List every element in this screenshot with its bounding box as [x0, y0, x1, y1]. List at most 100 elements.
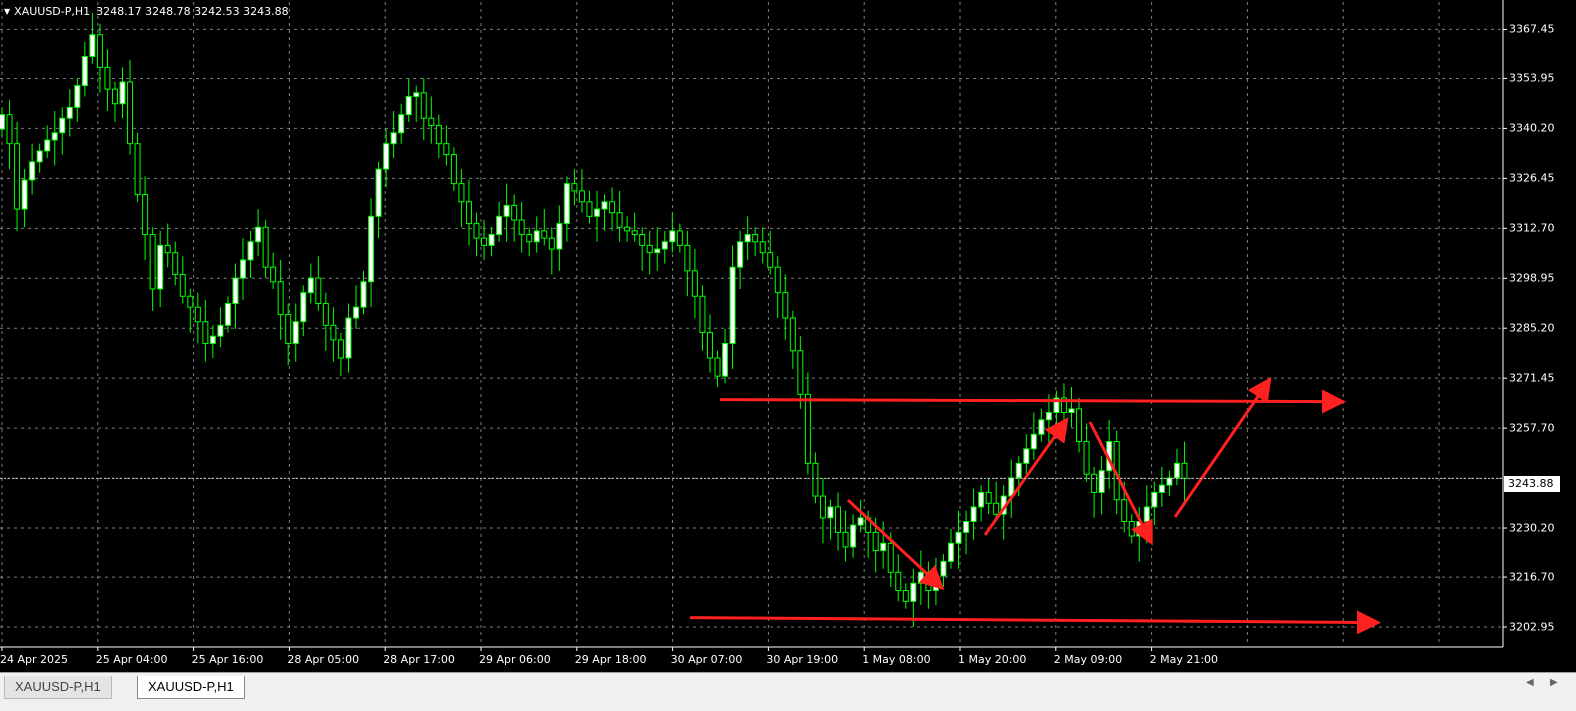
candle — [164, 223, 171, 268]
candle — [947, 528, 954, 569]
candle-body-bull — [744, 233, 751, 243]
candle-body-bear — [127, 81, 134, 145]
candle-body-bear — [804, 393, 811, 464]
candle-body-bull — [240, 259, 247, 279]
candle-body-bear — [142, 194, 149, 235]
time-tick-label: 28 Apr 05:00 — [287, 653, 360, 666]
dropdown-triangle-icon[interactable]: ▼ — [4, 7, 10, 16]
candle-body-bear — [789, 317, 796, 352]
candle — [96, 23, 103, 93]
candle-body-bear — [616, 212, 623, 228]
candle — [842, 510, 849, 562]
candle — [511, 194, 518, 242]
candle — [104, 49, 111, 111]
candle — [375, 161, 382, 239]
tab-xauusd-h1-active[interactable]: XAUUSD-P,H1 — [137, 676, 245, 699]
candle — [187, 288, 194, 333]
scroll-left-icon[interactable]: ◀ — [1526, 677, 1534, 688]
candle — [458, 169, 465, 228]
candle-body-bull — [978, 491, 985, 508]
candle — [1128, 514, 1135, 544]
candle — [616, 190, 623, 242]
candle-body-bear — [752, 233, 759, 243]
candle — [955, 510, 962, 569]
candle-body-bear — [202, 321, 209, 344]
ohlc-values: 3248.17 3248.78 3242.53 3243.88 — [96, 5, 289, 18]
candle — [157, 230, 164, 308]
candle — [450, 147, 457, 191]
candle-body-bear — [465, 201, 472, 225]
candle — [533, 216, 540, 253]
time-tick-label: 30 Apr 19:00 — [766, 653, 839, 666]
time-tick-label: 2 May 09:00 — [1053, 653, 1123, 666]
price-tick-label: 3230.20 — [1509, 521, 1555, 535]
candle-body-bear — [774, 266, 781, 294]
candle-body-bear — [179, 273, 186, 297]
candle-body-bull — [232, 277, 239, 305]
candle-body-bull — [729, 266, 736, 344]
candle — [81, 41, 88, 97]
candle-body-bull — [857, 517, 864, 526]
candle — [345, 303, 352, 373]
candle-body-bull — [74, 85, 81, 108]
candle — [217, 307, 224, 348]
candle-body-bear — [1083, 441, 1090, 475]
candle-body-bull — [247, 241, 254, 261]
candle-body-bear — [1091, 473, 1098, 493]
candle-body-bull — [224, 303, 231, 326]
candle-body-bull — [722, 342, 729, 377]
candle-body-bull — [917, 571, 924, 584]
candle — [127, 60, 134, 155]
candle — [654, 227, 661, 271]
time-tick-label: 29 Apr 06:00 — [479, 653, 551, 666]
candle — [714, 350, 721, 388]
candle — [360, 270, 367, 315]
candle-body-bear — [322, 303, 329, 326]
candle — [925, 561, 932, 609]
candle-body-bull — [850, 524, 857, 548]
candle — [541, 209, 548, 246]
candle-body-bear — [895, 571, 902, 592]
scroll-right-icon[interactable]: ▶ — [1550, 677, 1558, 688]
candle-body-bear — [194, 306, 201, 323]
candle-body-bear — [337, 339, 344, 359]
price-tick-label: 3367.45 — [1509, 22, 1555, 36]
candle-body-bear — [330, 324, 337, 341]
candle — [172, 241, 179, 286]
candle — [827, 499, 834, 540]
candle — [752, 227, 759, 257]
trend-annotations — [689, 377, 1381, 635]
candle — [307, 263, 314, 304]
candle — [435, 114, 442, 159]
candle — [895, 554, 902, 602]
candle-body-bull — [81, 55, 88, 87]
candle — [684, 230, 691, 297]
candle-body-bear — [985, 491, 992, 504]
candle — [134, 132, 141, 202]
chart-area[interactable]: ▼ XAUUSD-P,H1 3248.17 3248.78 3242.53 3243… — [0, 0, 1576, 672]
candle — [850, 514, 857, 558]
candle — [51, 110, 58, 166]
candle — [563, 176, 570, 242]
current-price-label: 3243.88 — [1504, 476, 1560, 492]
candle — [978, 485, 985, 522]
candle-body-bear — [835, 506, 842, 533]
candle — [111, 81, 118, 122]
candle-body-bear — [631, 230, 638, 235]
candle-body-bull — [51, 132, 58, 141]
candle — [285, 303, 292, 366]
candle-body-bear — [699, 295, 706, 334]
candle-body-bear — [435, 125, 442, 145]
candle-body-bull — [880, 542, 887, 552]
candle — [722, 328, 729, 384]
candle-body-bull — [594, 208, 600, 217]
tab-xauusd-h1-first[interactable]: XAUUSD-P,H1 — [4, 676, 112, 699]
candle-body-bear — [172, 252, 179, 275]
candle-body-bear — [526, 233, 533, 243]
candle-body-bull — [157, 244, 164, 290]
candle-body-bear — [676, 230, 683, 246]
price-chart[interactable] — [0, 0, 1576, 672]
candle — [624, 216, 631, 242]
candle-body-bull — [89, 34, 96, 57]
candle-body-bull — [209, 335, 216, 344]
